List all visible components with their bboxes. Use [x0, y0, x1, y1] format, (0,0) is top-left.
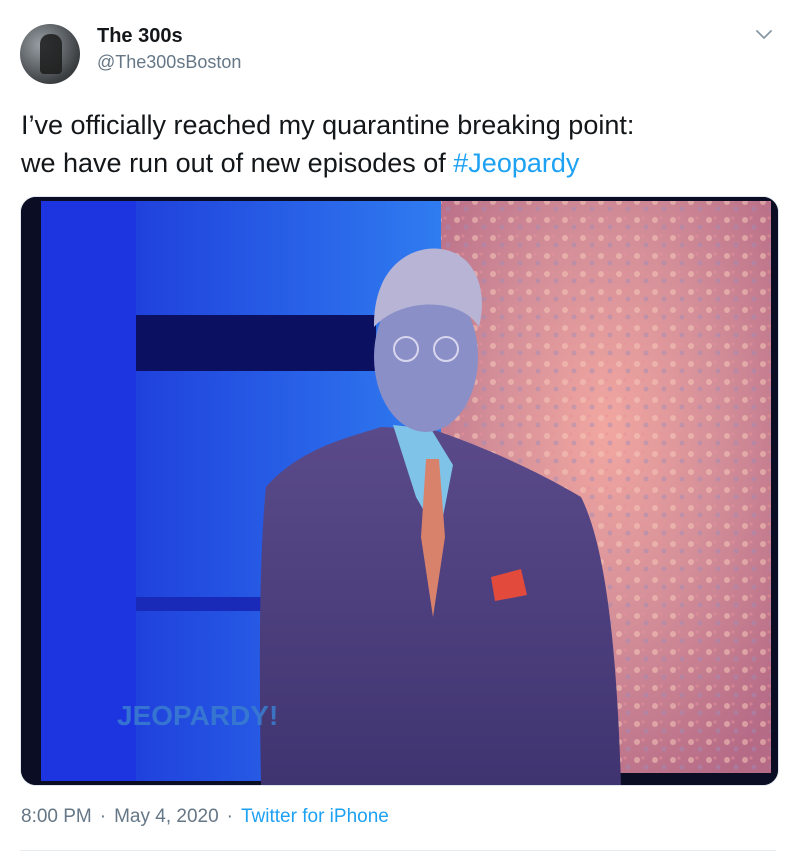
- blue-set-dark-band: [136, 315, 376, 371]
- author-display-name[interactable]: The 300s: [97, 25, 183, 48]
- tweet-text-line-1: I’ve officially reached my quarantine br…: [21, 110, 635, 140]
- avatar[interactable]: [20, 24, 80, 84]
- tweet-time[interactable]: 8:00 PM: [21, 806, 92, 827]
- tweet-text: I’ve officially reached my quarantine br…: [21, 106, 781, 182]
- chevron-down-icon[interactable]: [752, 22, 776, 46]
- footer-divider: [20, 850, 776, 851]
- tweet-card: The 300s @The300sBoston I’ve officially …: [0, 0, 796, 858]
- tv-screen-photo: JEOPARDY!: [21, 197, 778, 785]
- tweet-text-line-2: we have run out of new episodes of #Jeop…: [21, 144, 781, 182]
- tweet-media-photo[interactable]: JEOPARDY!: [20, 196, 779, 786]
- author-handle[interactable]: @The300sBoston: [97, 52, 241, 73]
- hashtag-link[interactable]: #Jeopardy: [453, 148, 579, 178]
- blue-set-left-column: [41, 201, 136, 781]
- jeopardy-logo: JEOPARDY!: [117, 700, 278, 731]
- tweet-date[interactable]: May 4, 2020: [114, 806, 219, 827]
- footer-separator-2: ·: [226, 806, 233, 827]
- tweet-source-link[interactable]: Twitter for iPhone: [241, 806, 389, 827]
- tweet-footer: 8:00 PM · May 4, 2020 · Twitter for iPhone: [21, 806, 389, 828]
- footer-separator: ·: [99, 806, 107, 827]
- tweet-text-line-2-prefix: we have run out of new episodes of: [21, 148, 454, 178]
- avatar-figure: [40, 34, 62, 74]
